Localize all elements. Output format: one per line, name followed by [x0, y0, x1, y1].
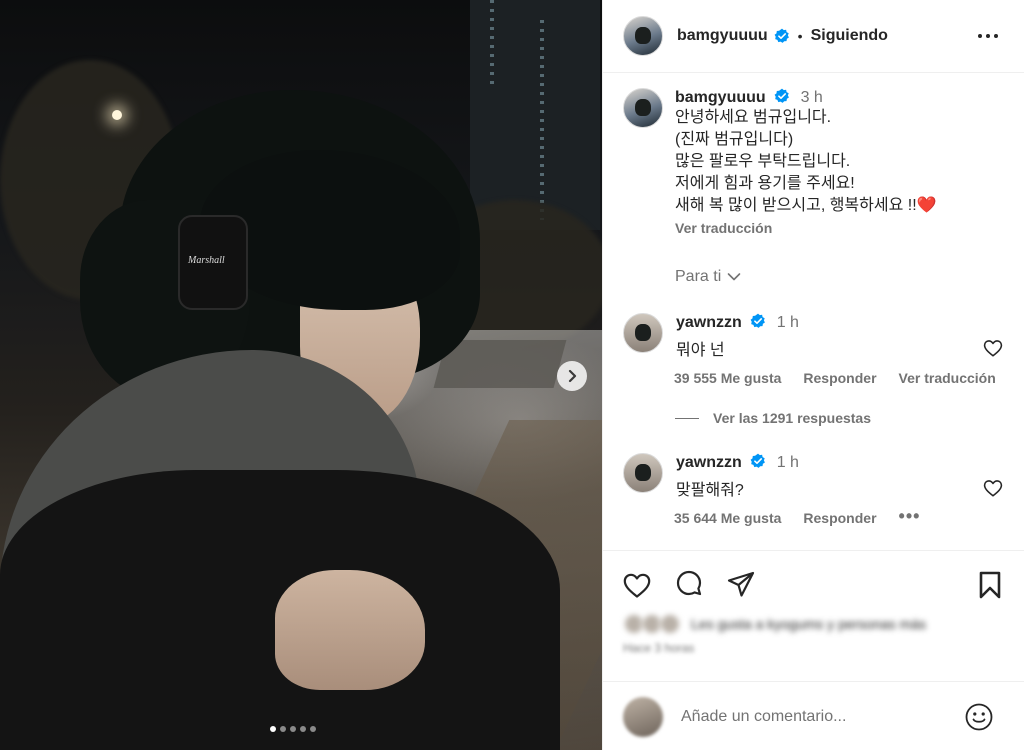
avatar[interactable] [623, 88, 663, 128]
add-comment-bar [603, 681, 1024, 750]
comment-time[interactable]: 1 h [777, 454, 799, 471]
comment-time[interactable]: 1 h [777, 314, 799, 331]
person: Marshall [0, 0, 602, 750]
carousel-indicators [270, 726, 316, 732]
caption-line: (진짜 범규입니다) [675, 131, 794, 148]
comment-filter-dropdown[interactable]: Para ti [675, 268, 741, 286]
chevron-down-icon [727, 273, 741, 281]
post-details-panel: bamgyuuuu • Siguiendo bamgyuuuu 3 h 안녕하세… [602, 0, 1024, 750]
comment: yawnzzn 1 h 맞팔해줘? 35 644 Me gusta Respon… [623, 453, 1024, 533]
avatar[interactable] [623, 16, 663, 56]
more-options-icon[interactable] [976, 26, 1000, 46]
action-icons [621, 569, 1006, 603]
post-media[interactable]: Marshall [0, 0, 602, 750]
comment-text: 뭐야 넌 [676, 342, 725, 359]
see-translation-link[interactable]: Ver traducción [675, 220, 1004, 236]
hand [275, 570, 425, 690]
comment-input[interactable] [681, 707, 941, 726]
replies-line [675, 417, 699, 419]
reply-button[interactable]: Responder [803, 510, 876, 527]
comment-likes[interactable]: 39 555 Me gusta [674, 370, 781, 386]
carousel-next-button[interactable] [557, 361, 587, 391]
separator-dot: • [797, 28, 803, 44]
heart-icon[interactable] [982, 337, 1004, 359]
post-header: bamgyuuuu • Siguiendo [603, 0, 1024, 73]
post-caption: bamgyuuuu 3 h 안녕하세요 범규입니다. (진짜 범규입니다) 많은… [623, 88, 1004, 236]
comment-icon[interactable] [673, 569, 705, 601]
caption-username[interactable]: bamgyuuuu [675, 89, 766, 106]
carousel-dot [300, 726, 306, 732]
view-replies-label: Ver las 1291 respuestas [713, 410, 872, 426]
commenter-avatar[interactable] [623, 453, 663, 493]
carousel-dot [280, 726, 286, 732]
post-action-bar: Les gusta a kyogums y personas más Hace … [603, 550, 1024, 750]
carousel-dot [270, 726, 276, 732]
reply-button[interactable]: Responder [803, 370, 876, 386]
commenter-username[interactable]: yawnzzn [676, 454, 742, 471]
view-replies-button[interactable]: Ver las 1291 respuestas [675, 410, 871, 426]
emoji-icon[interactable] [964, 702, 994, 732]
commenter-avatar[interactable] [623, 313, 663, 353]
comment-likes[interactable]: 35 644 Me gusta [674, 510, 781, 527]
caption-line: 안녕하세요 범규입니다. [675, 109, 832, 126]
comment-text: 맞팔해줘? [676, 482, 744, 499]
bookmark-icon[interactable] [974, 569, 1006, 601]
caption-line: 새해 복 많이 받으시고, 행복하세요 !!❤️ [675, 197, 937, 214]
carousel-dot [310, 726, 316, 732]
caption-line: 저에게 힘과 용기를 주세요! [675, 175, 855, 192]
headphones: Marshall [178, 215, 248, 310]
verified-icon [750, 453, 766, 468]
commenter-username[interactable]: yawnzzn [676, 314, 742, 331]
verified-icon [774, 88, 790, 103]
caption-time[interactable]: 3 h [801, 89, 823, 106]
share-icon[interactable] [725, 569, 757, 601]
following-button[interactable]: Siguiendo [811, 27, 888, 45]
post-author-username[interactable]: bamgyuuuu [677, 27, 768, 45]
liked-by-text: Les gusta a kyogums y personas más [691, 616, 927, 632]
comment-more-options[interactable]: ••• [899, 506, 921, 527]
chevron-right-icon [568, 369, 577, 383]
post-timestamp[interactable]: Hace 3 horas [623, 641, 694, 655]
liker-avatar [659, 613, 681, 635]
verified-icon [774, 28, 789, 43]
heart-icon[interactable] [621, 569, 653, 601]
heart-icon[interactable] [982, 477, 1004, 499]
current-user-avatar [623, 696, 663, 737]
verified-icon [750, 313, 766, 328]
comment-filter-label: Para ti [675, 268, 722, 285]
carousel-dot [290, 726, 296, 732]
caption-line: 많은 팔로우 부탁드립니다. [675, 153, 851, 170]
headphone-brand: Marshall [188, 255, 225, 266]
comment: yawnzzn 1 h 뭐야 넌 39 555 Me gusta Respond… [623, 313, 1024, 393]
see-translation-link[interactable]: Ver traducción [899, 370, 996, 386]
liked-by[interactable]: Les gusta a kyogums y personas más [623, 613, 926, 635]
